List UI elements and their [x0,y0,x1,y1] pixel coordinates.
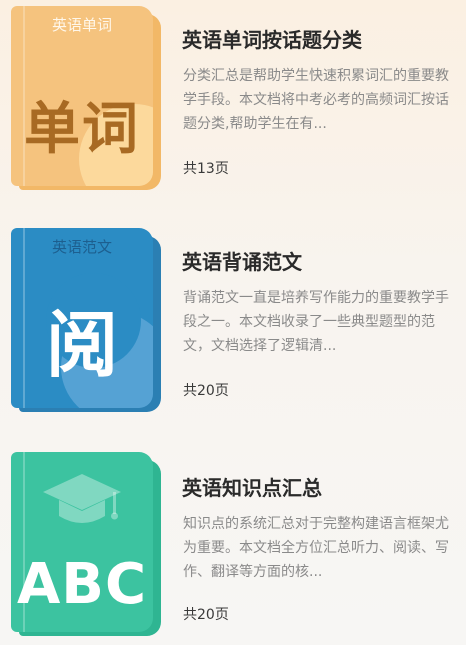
graduation-cap-icon [43,474,121,523]
book-cover[interactable]: 英语单词 单词 [11,6,161,192]
item-description: 知识点的系统汇总对于完整构建语言框架尤为重要。本文档全方位汇总听力、阅读、写作、… [183,516,449,580]
item-title[interactable]: 英语单词按话题分类 [182,24,362,53]
item-description: 背诵范文一直是培养写作能力的重要教学手段之一。本文档收录了一些典型题型的范文，文… [183,290,449,354]
cover-front: 英语范文 阅 [11,228,153,408]
list-item[interactable]: 英语单词 单词 英语单词按话题分类 分类汇总是帮助学生快速积累词汇的重要教学手段… [0,0,466,200]
page-count: 共13页 [183,161,229,177]
item-title[interactable]: 英语知识点汇总 [182,472,322,501]
cover-label: 英语范文 [51,238,112,256]
cover-front: 英语单词 单词 [11,6,153,186]
item-description: 分类汇总是帮助学生快速积累词汇的重要教学手段。本文档将中考必考的高频词汇按话题分… [183,68,449,132]
cover-text: 单词 [24,96,140,162]
cover-label: 英语单词 [51,16,112,34]
book-cover[interactable]: ABC [11,452,161,636]
cover-text: 阅 [45,302,118,387]
cover-front: ABC [11,452,153,632]
page-count: 共20页 [183,383,229,399]
list-item[interactable]: 英语范文 阅 英语背诵范文 背诵范文一直是培养写作能力的重要教学手段之一。本文档… [0,222,466,422]
item-title[interactable]: 英语背诵范文 [182,246,302,275]
page-count: 共20页 [183,607,229,623]
book-cover[interactable]: 英语范文 阅 [11,228,161,414]
list-item[interactable]: ABC 英语知识点汇总 知识点的系统汇总对于完整构建语言框架尤为重要。本文档全方… [0,444,466,644]
cover-text: ABC [16,552,148,617]
